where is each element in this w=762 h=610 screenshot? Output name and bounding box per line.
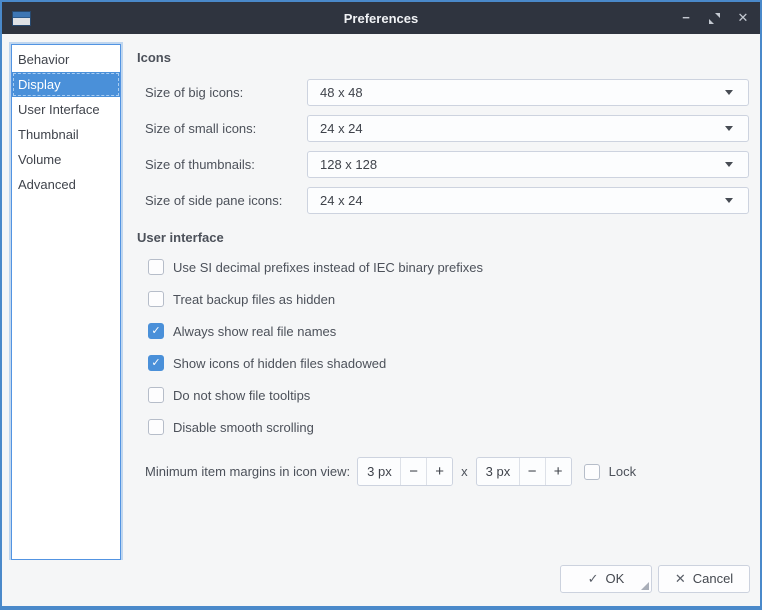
margin-x-decrement-button[interactable]: −	[400, 458, 426, 485]
chevron-down-icon	[725, 162, 733, 167]
small-icons-size-select[interactable]: 24 x 24	[307, 115, 749, 142]
margin-y-input[interactable]: 3 px	[477, 458, 519, 485]
checkbox-row: ✓ Use SI decimal prefixes instead of IEC…	[148, 259, 749, 275]
small-icons-row: Size of small icons: 24 x 24	[137, 115, 749, 142]
checkbox-label: Use SI decimal prefixes instead of IEC b…	[173, 260, 483, 275]
checkbox-label: Show icons of hidden files shadowed	[173, 356, 386, 371]
display-settings-panel: Icons Size of big icons: 48 x 48 Size of…	[137, 44, 750, 560]
checkbox-label: Treat backup files as hidden	[173, 292, 335, 307]
combo-value: 24 x 24	[320, 193, 725, 208]
titlebar: Preferences − ✕	[2, 2, 760, 34]
cancel-button-label: Cancel	[693, 571, 733, 586]
minimize-button[interactable]: −	[679, 11, 693, 25]
si-prefixes-checkbox[interactable]: ✓	[148, 259, 164, 275]
user-interface-section-header: User interface	[137, 230, 749, 245]
preferences-window: Preferences − ✕ Behavior Display User In…	[0, 0, 762, 610]
checkbox-row: ✓ Disable smooth scrolling	[148, 419, 749, 435]
sidebar-item-user-interface[interactable]: User Interface	[12, 97, 120, 122]
side-pane-icons-label: Size of side pane icons:	[137, 193, 307, 208]
side-pane-icons-size-select[interactable]: 24 x 24	[307, 187, 749, 214]
lock-label: Lock	[609, 464, 636, 479]
disable-smooth-scrolling-checkbox[interactable]: ✓	[148, 419, 164, 435]
check-icon: ✓	[151, 358, 160, 369]
big-icons-label: Size of big icons:	[137, 85, 307, 100]
lock-checkbox[interactable]: ✓	[584, 464, 600, 480]
plus-icon: +	[554, 463, 563, 480]
checkbox-row: ✓ Always show real file names	[148, 323, 749, 339]
sidebar-item-advanced[interactable]: Advanced	[12, 172, 120, 197]
chevron-down-icon	[725, 198, 733, 203]
small-icons-label: Size of small icons:	[137, 121, 307, 136]
category-list: Behavior Display User Interface Thumbnai…	[11, 44, 121, 560]
thumbnails-row: Size of thumbnails: 128 x 128	[137, 151, 749, 178]
sidebar-item-display[interactable]: Display	[12, 72, 120, 97]
ok-button[interactable]: ✓ OK	[560, 565, 652, 593]
plus-icon: +	[435, 463, 444, 480]
minus-icon: −	[528, 463, 537, 480]
big-icons-size-select[interactable]: 48 x 48	[307, 79, 749, 106]
real-file-names-checkbox[interactable]: ✓	[148, 323, 164, 339]
icons-section-header: Icons	[137, 50, 749, 65]
close-icon: ✕	[675, 571, 686, 587]
margin-x-increment-button[interactable]: +	[426, 458, 452, 485]
combo-value: 128 x 128	[320, 157, 725, 172]
chevron-down-icon	[725, 90, 733, 95]
big-icons-row: Size of big icons: 48 x 48	[137, 79, 749, 106]
chevron-down-icon	[725, 126, 733, 131]
margin-x-input[interactable]: 3 px	[358, 458, 400, 485]
margin-x-spinner: 3 px − +	[357, 457, 453, 486]
margin-y-increment-button[interactable]: +	[545, 458, 571, 485]
side-pane-icons-row: Size of side pane icons: 24 x 24	[137, 187, 749, 214]
hidden-files-shadowed-checkbox[interactable]: ✓	[148, 355, 164, 371]
sidebar-item-thumbnail[interactable]: Thumbnail	[12, 122, 120, 147]
app-window-icon	[12, 11, 31, 26]
dimension-separator: x	[461, 464, 468, 479]
checkbox-label: Disable smooth scrolling	[173, 420, 314, 435]
item-margins-label: Minimum item margins in icon view:	[145, 464, 350, 479]
margin-y-decrement-button[interactable]: −	[519, 458, 545, 485]
restore-icon	[715, 13, 720, 18]
no-file-tooltips-checkbox[interactable]: ✓	[148, 387, 164, 403]
dialog-content: Behavior Display User Interface Thumbnai…	[2, 34, 760, 560]
close-button[interactable]: ✕	[736, 11, 750, 25]
restore-button[interactable]	[709, 13, 720, 24]
window-controls: − ✕	[679, 11, 750, 25]
lock-control: ✓ Lock	[584, 464, 636, 480]
checkbox-label: Always show real file names	[173, 324, 336, 339]
checkbox-row: ✓ Show icons of hidden files shadowed	[148, 355, 749, 371]
combo-value: 24 x 24	[320, 121, 725, 136]
combo-value: 48 x 48	[320, 85, 725, 100]
window-title: Preferences	[2, 11, 760, 26]
restore-icon	[709, 19, 714, 24]
thumbnails-label: Size of thumbnails:	[137, 157, 307, 172]
margin-y-spinner: 3 px − +	[476, 457, 572, 486]
item-margins-row: Minimum item margins in icon view: 3 px …	[145, 457, 749, 486]
thumbnails-size-select[interactable]: 128 x 128	[307, 151, 749, 178]
checkbox-row: ✓ Treat backup files as hidden	[148, 291, 749, 307]
cancel-button[interactable]: ✕ Cancel	[658, 565, 750, 593]
check-icon: ✓	[588, 571, 599, 587]
checkbox-label: Do not show file tooltips	[173, 388, 310, 403]
sidebar-item-volume[interactable]: Volume	[12, 147, 120, 172]
backup-hidden-checkbox[interactable]: ✓	[148, 291, 164, 307]
dialog-footer: ✓ OK ✕ Cancel	[2, 560, 760, 606]
ok-button-label: OK	[606, 571, 625, 586]
resize-grip-icon	[641, 582, 649, 590]
checkbox-row: ✓ Do not show file tooltips	[148, 387, 749, 403]
check-icon: ✓	[151, 326, 160, 337]
minus-icon: −	[409, 463, 418, 480]
sidebar-item-behavior[interactable]: Behavior	[12, 47, 120, 72]
